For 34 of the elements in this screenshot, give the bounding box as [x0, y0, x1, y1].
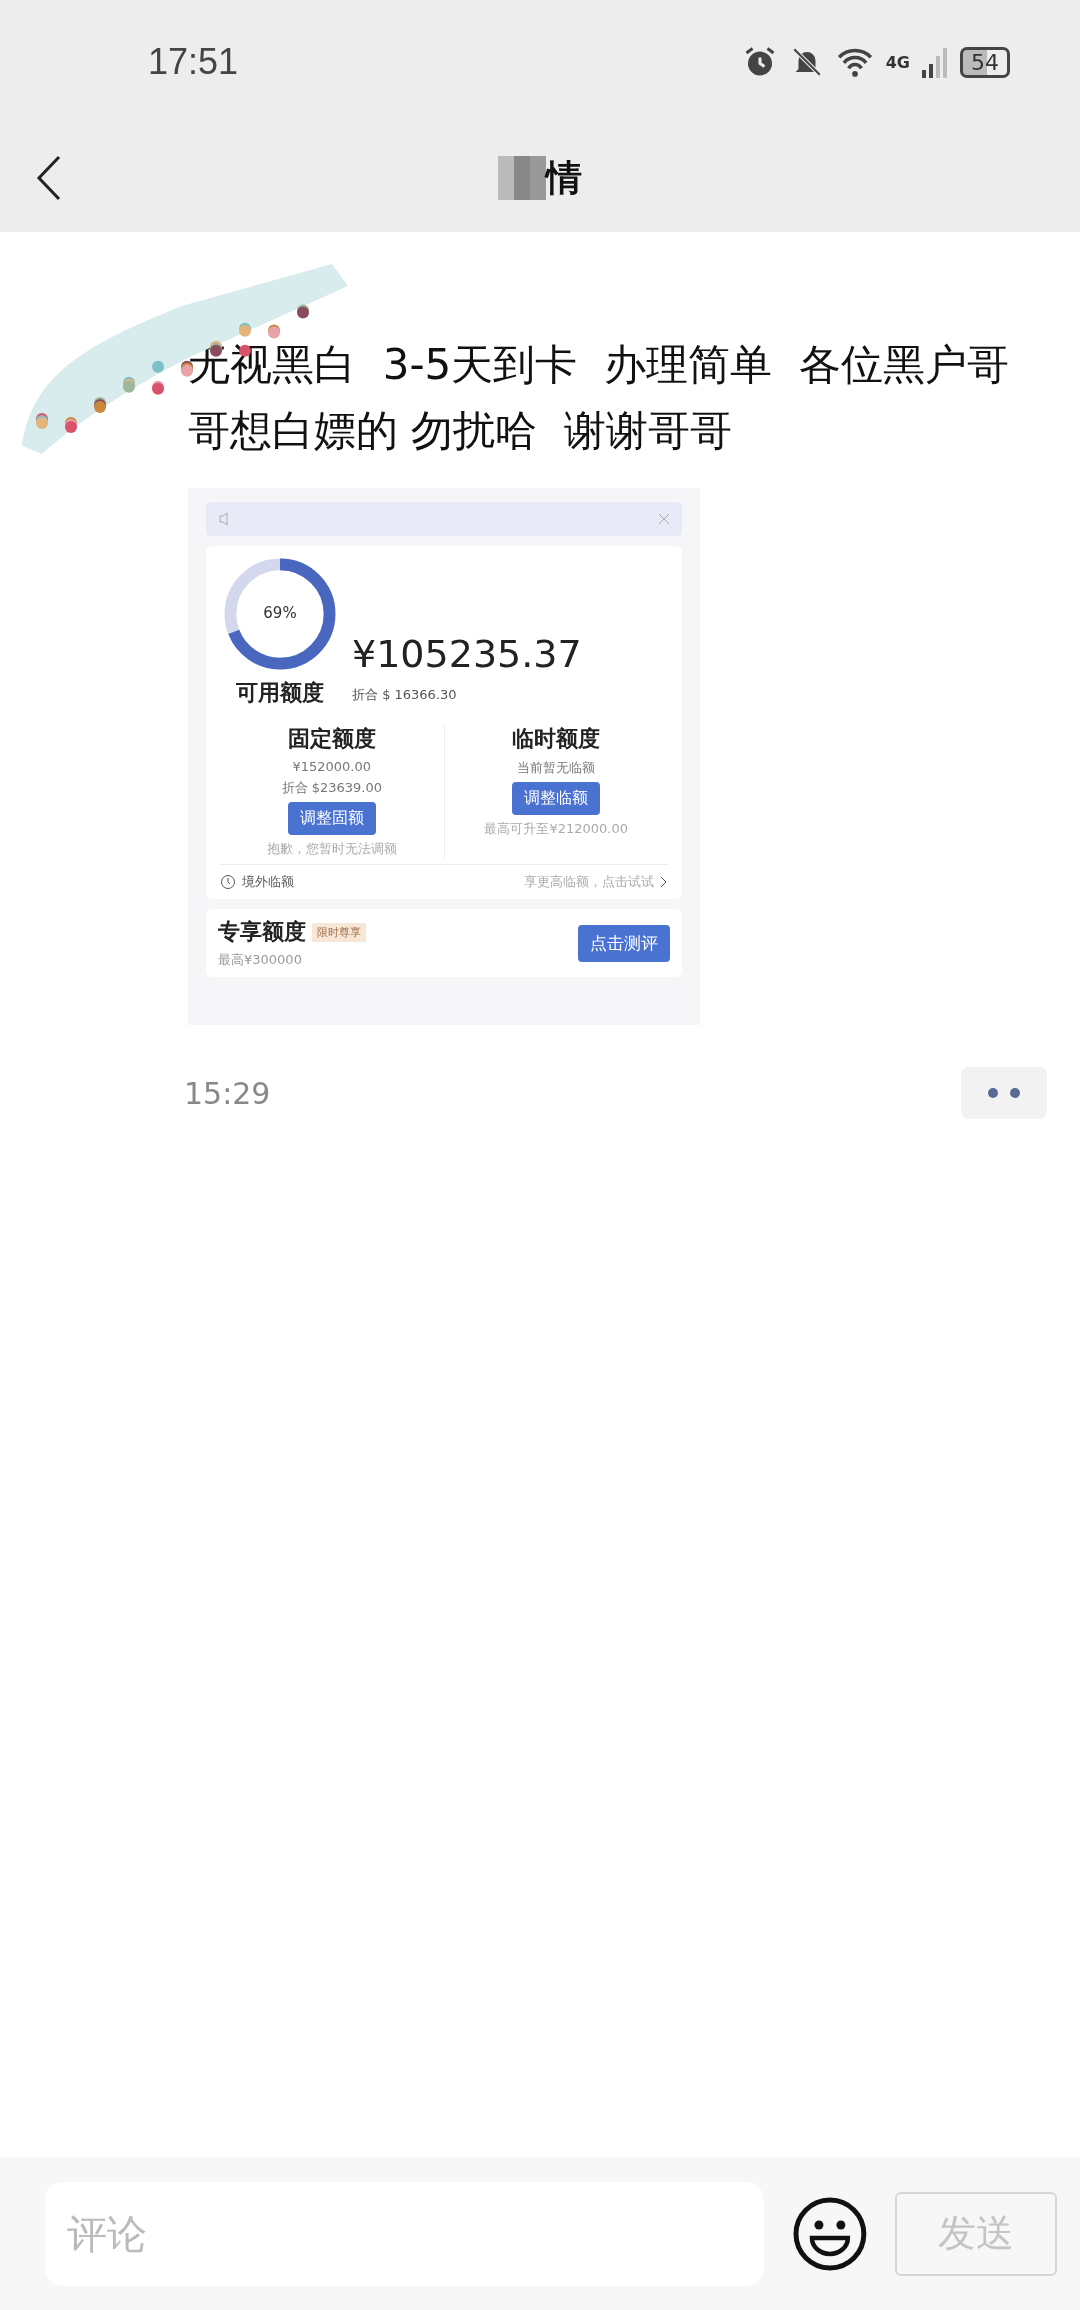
ring-percent: 69% [262, 604, 298, 622]
evaluate-button[interactable]: 点击测评 [578, 924, 670, 962]
limit-title: 临时额度 [512, 725, 601, 753]
more-button[interactable] [961, 1067, 1047, 1119]
overseas-link[interactable]: 享更高临额，点击试试 [524, 873, 654, 891]
status-time: 17:51 [148, 41, 239, 83]
emoji-icon[interactable] [791, 2195, 868, 2272]
battery-level: 54 [960, 46, 1010, 78]
limit-note: 抱歉，您暂时无法调额 [266, 840, 397, 858]
chevron-icon [660, 876, 668, 888]
back-icon[interactable] [36, 155, 62, 201]
adjust-button[interactable]: 调整固额 [287, 802, 376, 835]
limit-note: 最高可升至¥212000.00 [484, 820, 629, 838]
post-time: 15:29 [184, 1075, 271, 1111]
available-amount: ¥105235.37 [352, 632, 582, 676]
exclusive-max: 最高¥300000 [218, 951, 303, 969]
exclusive-title: 专享额度 [218, 918, 306, 946]
clock-icon [220, 874, 236, 890]
limit-value: 当前暂无临额 [517, 759, 596, 777]
exclusive-tag: 限时尊享 [312, 922, 366, 942]
adjust-button[interactable]: 调整临额 [512, 782, 601, 815]
amount-usd: 折合 $ 16366.30 [352, 686, 458, 704]
amount-label: 可用额度 [236, 679, 324, 707]
mosaic-blur [498, 156, 546, 200]
signal-icon [922, 46, 948, 78]
limit-title: 固定额度 [287, 725, 376, 753]
limit-value: 折合 $23639.00 [281, 779, 382, 797]
overseas-label: 境外临额 [242, 873, 294, 891]
page-title: 情 [546, 155, 582, 200]
dots-icon [987, 1087, 1021, 1099]
comment-field[interactable]: 评论 [45, 2181, 764, 2286]
network-label: 4G [885, 52, 910, 72]
limit-value: ¥152000.00 [292, 759, 372, 774]
wifi-icon [835, 46, 874, 78]
